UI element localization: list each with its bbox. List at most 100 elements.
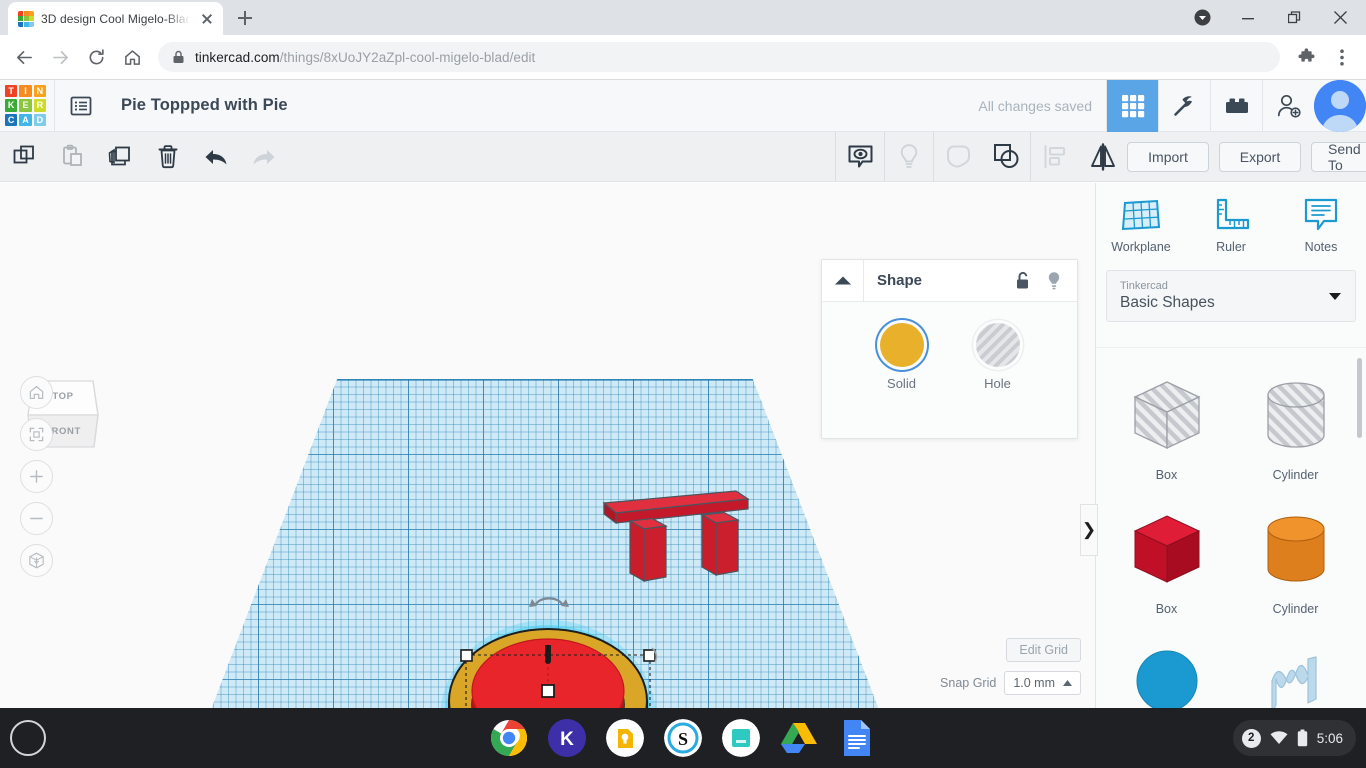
logo-tile: T xyxy=(5,85,18,98)
collapse-caret-icon[interactable] xyxy=(822,259,864,302)
mirror-icon[interactable] xyxy=(1079,132,1127,182)
logo-tile: I xyxy=(19,85,32,98)
shape-item-cylinder-solid[interactable]: Cylinder xyxy=(1231,498,1360,626)
system-tray[interactable]: 2 5:06 xyxy=(1232,720,1356,756)
shape-panel-header: Shape xyxy=(822,259,1077,302)
shape-grid: Box Cylinder Box Cylinder xyxy=(1096,348,1366,740)
wifi-icon xyxy=(1270,731,1288,744)
show-hide-eye-icon[interactable] xyxy=(836,132,884,182)
notification-count: 2 xyxy=(1241,728,1261,748)
download-icon[interactable] xyxy=(1180,0,1224,35)
teal-app-icon[interactable] xyxy=(722,719,760,757)
export-button[interactable]: Export xyxy=(1219,141,1301,172)
add-person-icon[interactable] xyxy=(1262,79,1314,132)
fit-to-view-icon[interactable] xyxy=(20,418,53,451)
user-avatar[interactable] xyxy=(1314,79,1366,132)
zoom-in-icon[interactable] xyxy=(20,460,53,493)
close-icon[interactable] xyxy=(1318,0,1362,35)
ungroup-icon[interactable] xyxy=(982,132,1030,182)
duplicate-icon[interactable] xyxy=(96,132,144,182)
copy-icon[interactable] xyxy=(0,132,48,182)
lego-brick-icon[interactable] xyxy=(1210,79,1262,132)
address-bar-url: tinkercad.com/things/8xUoJY2aZpl-cool-mi… xyxy=(195,50,535,65)
solid-label: Solid xyxy=(887,376,916,391)
undo-icon[interactable] xyxy=(192,132,240,182)
import-button[interactable]: Import xyxy=(1127,141,1209,172)
cylinder-solid-icon xyxy=(1246,504,1346,596)
page-title[interactable]: Pie Toppped with Pie xyxy=(121,96,288,115)
sidebar-tool-workplane[interactable]: Workplane xyxy=(1096,197,1186,254)
sidebar-tool-notes[interactable]: Notes xyxy=(1276,197,1366,254)
delete-trash-icon[interactable] xyxy=(144,132,192,182)
chrome-app-icon[interactable] xyxy=(490,719,528,757)
edit-grid-button[interactable]: Edit Grid xyxy=(1006,638,1081,662)
shape-item-box-solid[interactable]: Box xyxy=(1102,498,1231,626)
hole-option[interactable]: Hole xyxy=(975,323,1020,391)
panel-toggle-button[interactable]: ❯ xyxy=(1080,504,1098,556)
snap-grid-label: Snap Grid xyxy=(940,676,997,690)
kami-app-icon[interactable]: K xyxy=(548,719,586,757)
solid-option[interactable]: Solid xyxy=(879,323,924,391)
tinkercad-favicon xyxy=(18,10,34,27)
google-docs-app-icon[interactable] xyxy=(838,719,876,757)
list-menu-icon[interactable] xyxy=(55,80,107,132)
logo-tile: N xyxy=(33,85,46,98)
unlock-icon[interactable] xyxy=(1009,268,1035,294)
restore-icon[interactable] xyxy=(1272,0,1316,35)
shape-item-box-hole[interactable]: Box xyxy=(1102,364,1231,492)
ortho-perspective-icon[interactable] xyxy=(20,544,53,577)
browser-tab-title: 3D design Cool Migelo-Blad | Tin xyxy=(41,11,192,26)
align-icon xyxy=(1031,132,1079,182)
home-view-icon[interactable] xyxy=(20,376,53,409)
lightbulb-icon[interactable] xyxy=(1041,268,1067,294)
sidebar-tool-ruler[interactable]: Ruler xyxy=(1186,197,1276,254)
box-hole-icon xyxy=(1117,370,1217,462)
close-icon[interactable] xyxy=(199,11,215,27)
google-drive-app-icon[interactable] xyxy=(780,719,818,757)
toolbar-action-buttons: Import Export Send To xyxy=(1127,141,1366,173)
new-tab-button[interactable] xyxy=(231,4,259,32)
shape-label: Box xyxy=(1155,602,1178,616)
sidebar-scrollbar[interactable] xyxy=(1357,358,1362,438)
send-to-button[interactable]: Send To xyxy=(1311,141,1366,173)
redo-icon xyxy=(240,132,288,182)
chrome-menu-icon[interactable] xyxy=(1326,41,1358,73)
hole-swatch xyxy=(975,323,1020,367)
hole-label: Hole xyxy=(984,376,1011,391)
tinkercad-header: T I N K E R C A D Pie Toppped with Pie A… xyxy=(0,79,1366,132)
google-keep-app-icon[interactable] xyxy=(606,719,644,757)
ruler-icon xyxy=(1216,198,1250,230)
home-icon[interactable] xyxy=(116,41,148,73)
browser-tab[interactable]: 3D design Cool Migelo-Blad | Tin xyxy=(8,2,223,35)
save-status: All changes saved xyxy=(978,97,1092,114)
tinkercad-toolbar: Import Export Send To xyxy=(0,131,1366,182)
shape-panel-body: Solid Hole xyxy=(822,302,1077,391)
shape-item-cylinder-hole[interactable]: Cylinder xyxy=(1231,364,1360,492)
snap-grid-select[interactable]: 1.0 mm xyxy=(1004,671,1081,695)
snap-grid-row: Snap Grid 1.0 mm xyxy=(940,671,1081,695)
box-solid-icon xyxy=(1117,504,1217,596)
chevron-down-icon xyxy=(1329,293,1341,300)
browser-tab-strip: 3D design Cool Migelo-Blad | Tin xyxy=(0,0,1366,35)
tinkercad-logo[interactable]: T I N K E R C A D xyxy=(5,85,46,126)
grid-view-icon[interactable] xyxy=(1106,79,1158,132)
logo-tile: D xyxy=(33,113,46,126)
skype-app-icon[interactable]: S xyxy=(664,719,702,757)
extensions-icon[interactable] xyxy=(1290,41,1322,73)
shape-library-list[interactable]: Box Cylinder Box Cylinder xyxy=(1096,347,1366,740)
lightbulb-icon xyxy=(885,132,933,182)
pi-symbol-extrusion[interactable] xyxy=(596,481,766,591)
shape-library-dropdown[interactable]: Tinkercad Basic Shapes xyxy=(1106,270,1356,322)
shape-label: Box xyxy=(1155,468,1178,482)
reload-icon[interactable] xyxy=(80,41,112,73)
grid-controls: Edit Grid Snap Grid 1.0 mm xyxy=(940,638,1081,695)
zoom-out-icon[interactable] xyxy=(20,502,53,535)
logo-tile: E xyxy=(19,99,32,112)
chromeos-shelf: K S 2 5:06 xyxy=(0,708,1366,768)
address-bar[interactable]: tinkercad.com/things/8xUoJY2aZpl-cool-mi… xyxy=(158,42,1280,72)
minimize-icon[interactable] xyxy=(1226,0,1270,35)
paste-icon xyxy=(48,132,96,182)
pickaxe-icon[interactable] xyxy=(1158,79,1210,132)
back-arrow-icon[interactable] xyxy=(8,41,40,73)
logo-tile: R xyxy=(33,99,46,112)
